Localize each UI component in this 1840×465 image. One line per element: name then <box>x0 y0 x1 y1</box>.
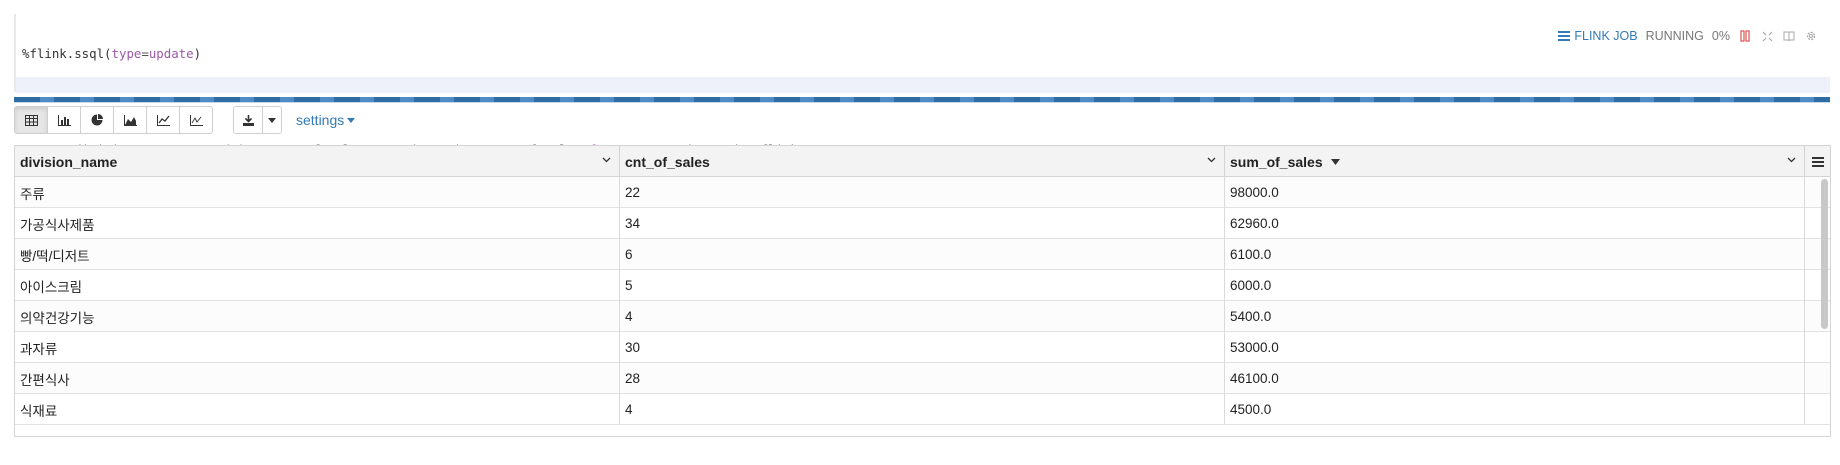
line-chart-icon <box>156 114 170 126</box>
table-cell-cnt-of-sales: 28 <box>620 363 1225 394</box>
table-cell-sum-of-sales: 6000.0 <box>1225 270 1805 301</box>
param-key: type <box>111 46 142 61</box>
code-line-1: %flink.ssql(type=update) <box>22 46 805 62</box>
table-row[interactable]: 가공식사제품 34 62960.0 <box>15 208 1830 239</box>
chevron-down-icon[interactable] <box>1787 155 1796 164</box>
table-cell-sum-of-sales: 98000.0 <box>1225 177 1805 208</box>
table-row[interactable]: 아이스크림 5 6000.0 <box>15 270 1830 301</box>
table-cell-cnt-of-sales: 22 <box>620 177 1225 208</box>
download-icon <box>242 114 254 126</box>
code-editor[interactable]: %flink.ssql(type=update) SELECT division… <box>14 12 1830 205</box>
table-cell-cnt-of-sales: 5 <box>620 270 1225 301</box>
table-row[interactable]: 의약건강기능 4 5400.0 <box>15 301 1830 332</box>
table-cell-cnt-of-sales: 30 <box>620 332 1225 363</box>
column-header-cnt-of-sales[interactable]: cnt_of_sales <box>620 146 1225 177</box>
table-cell-sum-of-sales: 4500.0 <box>1225 394 1805 425</box>
area-chart-icon <box>123 114 137 126</box>
table-cell-sum-of-sales: 6100.0 <box>1225 239 1805 270</box>
directive-close: ) <box>193 46 202 61</box>
download-button[interactable] <box>233 106 263 134</box>
table-cell-sum-of-sales: 5400.0 <box>1225 301 1805 332</box>
caret-down-icon <box>268 117 276 123</box>
sort-descending-icon <box>1330 158 1340 165</box>
column-label: division_name <box>20 153 118 170</box>
table-header: division_name cnt_of_sales sum_of_sales <box>15 146 1830 177</box>
area-chart-button[interactable] <box>113 106 147 134</box>
table-cell-division-name: 식재료 <box>15 394 620 425</box>
gear-icon[interactable] <box>1804 29 1818 43</box>
table-body: 주류 22 98000.0 가공식사제품 34 62960.0 빵/떡/디저트 6 6100.0… <box>15 177 1830 425</box>
table-cell-cnt-of-sales: 4 <box>620 394 1225 425</box>
table-icon <box>24 114 38 126</box>
chevron-down-icon[interactable] <box>602 155 611 164</box>
table-cell-cnt-of-sales: 34 <box>620 208 1225 239</box>
vertical-scrollbar[interactable] <box>1821 179 1828 329</box>
hamburger-menu-icon <box>1811 156 1824 167</box>
table-view-button[interactable] <box>14 106 48 134</box>
job-status-bar: FLINK JOB RUNNING 0% <box>1558 28 1818 44</box>
table-cell-division-name: 주류 <box>15 177 620 208</box>
settings-label: settings <box>296 112 345 128</box>
table-cell-cnt-of-sales: 4 <box>620 301 1225 332</box>
bar-chart-icon <box>57 114 71 126</box>
line-chart-button[interactable] <box>146 106 180 134</box>
table-cell-division-name: 과자류 <box>15 332 620 363</box>
book-icon[interactable] <box>1782 29 1796 43</box>
table-row[interactable]: 빵/떡/디저트 6 6100.0 <box>15 239 1830 270</box>
pie-chart-button[interactable] <box>80 106 114 134</box>
table-row[interactable]: 과자류 30 53000.0 <box>15 332 1830 363</box>
table-cell-sum-of-sales: 53000.0 <box>1225 332 1805 363</box>
list-icon <box>1558 31 1571 41</box>
result-toolbar: settings <box>14 105 356 135</box>
column-header-division-name[interactable]: division_name <box>15 146 620 177</box>
table-cell-division-name: 빵/떡/디저트 <box>15 239 620 270</box>
table-cell-division-name: 의약건강기능 <box>15 301 620 332</box>
visualization-buttons <box>14 106 213 134</box>
download-options-button[interactable] <box>262 106 282 134</box>
flink-job-link[interactable]: FLINK JOB <box>1558 29 1638 43</box>
scatter-chart-icon <box>189 114 203 126</box>
table-cell-sum-of-sales: 46100.0 <box>1225 363 1805 394</box>
interpreter-directive: %flink.ssql( <box>22 46 112 61</box>
bar-chart-button[interactable] <box>47 106 81 134</box>
column-header-sum-of-sales[interactable]: sum_of_sales <box>1225 146 1805 177</box>
result-table: division_name cnt_of_sales sum_of_sales … <box>14 145 1831 437</box>
table-cell-sum-of-sales: 62960.0 <box>1225 208 1805 239</box>
pie-chart-icon <box>91 114 103 126</box>
column-label: cnt_of_sales <box>625 153 710 170</box>
param-value: update <box>148 46 194 61</box>
settings-dropdown[interactable]: settings <box>296 112 356 128</box>
expand-icon[interactable] <box>1760 29 1774 43</box>
column-label: sum_of_sales <box>1230 153 1323 170</box>
table-cell-division-name: 아이스크림 <box>15 270 620 301</box>
table-row[interactable]: 식재료 4 4500.0 <box>15 394 1830 425</box>
flink-job-label: FLINK JOB <box>1574 29 1638 43</box>
job-state: RUNNING <box>1645 29 1704 43</box>
table-cell-division-name: 가공식사제품 <box>15 208 620 239</box>
table-cell-cnt-of-sales: 6 <box>620 239 1225 270</box>
progress-underline <box>14 102 1830 103</box>
chevron-down-icon[interactable] <box>1207 155 1216 164</box>
table-row[interactable]: 주류 22 98000.0 <box>15 177 1830 208</box>
stop-icon[interactable] <box>1738 29 1752 43</box>
table-cell-division-name: 간편식사 <box>15 363 620 394</box>
param-eq: = <box>141 46 149 61</box>
grid-menu-button[interactable] <box>1805 146 1830 177</box>
scatter-chart-button[interactable] <box>179 106 213 134</box>
job-percent: 0% <box>1711 29 1730 43</box>
download-group <box>233 106 282 134</box>
table-row[interactable]: 간편식사 28 46100.0 <box>15 363 1830 394</box>
caret-down-icon <box>347 117 356 123</box>
